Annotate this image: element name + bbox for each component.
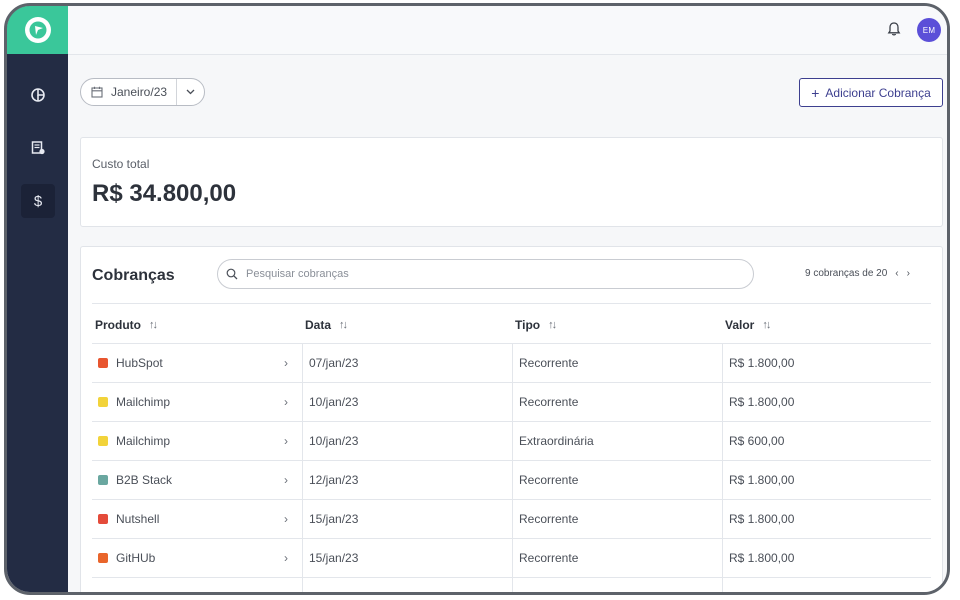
pagination-label: 9 cobranças de 20 bbox=[805, 268, 888, 279]
product-logo-icon bbox=[98, 553, 108, 563]
charges-table-body: HubSpot › 07/jan/23 Recorrente R$ 1.800,00 Ma… bbox=[92, 343, 932, 595]
plus-icon: + bbox=[811, 84, 820, 101]
product-logo-icon bbox=[98, 475, 108, 485]
table-row[interactable]: B2B Stack › 12/jan/23 Recorrente R$ 1.800,00 bbox=[92, 460, 931, 499]
cell-date: 15/jan/23 bbox=[302, 578, 512, 592]
cell-value: R$ 1.800,00 bbox=[722, 578, 932, 592]
chevron-right-icon[interactable]: › bbox=[284, 434, 288, 448]
table-row[interactable]: Figma › 15/jan/23RecorrenteR$ 1.800,00 bbox=[92, 577, 932, 595]
product-logo-icon bbox=[98, 397, 108, 407]
cell-value: R$ 1.800,00 bbox=[722, 461, 932, 499]
total-cost-label: Custo total bbox=[92, 157, 150, 171]
add-charge-button[interactable]: + Adicionar Cobrança bbox=[799, 78, 943, 107]
cell-date: 10/jan/23 bbox=[302, 422, 512, 460]
invoice-icon bbox=[31, 141, 45, 155]
sidebar-item-dashboard[interactable] bbox=[21, 78, 55, 112]
product-name: Mailchimp bbox=[116, 434, 171, 448]
cell-type: Recorrente bbox=[512, 578, 722, 592]
logo-icon bbox=[24, 17, 51, 43]
cell-value: R$ 1.800,00 bbox=[722, 383, 932, 421]
cell-date: 12/jan/23 bbox=[302, 461, 512, 499]
chevron-right-icon[interactable]: › bbox=[907, 268, 910, 279]
sidebar-item-invoices[interactable] bbox=[21, 131, 55, 165]
column-header-valor[interactable]: Valor ↑↓ bbox=[725, 318, 771, 332]
pie-chart-icon bbox=[31, 88, 45, 102]
product-name: Mailchimp bbox=[116, 395, 171, 409]
search-input[interactable] bbox=[244, 267, 728, 281]
cell-product: B2B Stack › bbox=[92, 461, 302, 499]
chevron-right-icon[interactable]: › bbox=[284, 473, 288, 487]
cell-value: R$ 1.800,00 bbox=[722, 500, 932, 538]
search-icon bbox=[226, 268, 238, 280]
chevron-down-icon[interactable] bbox=[177, 89, 203, 95]
charges-title: Cobranças bbox=[92, 267, 175, 284]
product-logo-icon bbox=[98, 358, 108, 368]
cell-value: R$ 600,00 bbox=[722, 422, 932, 460]
cell-value: R$ 1.800,00 bbox=[722, 344, 932, 382]
sort-icon[interactable]: ↑↓ bbox=[149, 319, 158, 331]
cell-type: Recorrente bbox=[512, 344, 722, 382]
sort-icon[interactable]: ↑↓ bbox=[339, 319, 348, 331]
sidebar-item-billing[interactable]: $ bbox=[21, 184, 55, 218]
cell-type: Recorrente bbox=[512, 461, 722, 499]
product-name: Figma bbox=[116, 590, 149, 592]
sidebar: $ bbox=[7, 6, 68, 592]
sort-icon[interactable]: ↑↓ bbox=[762, 319, 771, 331]
column-header-tipo[interactable]: Tipo ↑↓ bbox=[515, 318, 557, 332]
product-name: B2B Stack bbox=[116, 473, 173, 487]
calendar-icon bbox=[91, 86, 103, 98]
table-row[interactable]: HubSpot › 07/jan/23 Recorrente R$ 1.800,00 bbox=[92, 343, 931, 382]
cell-date: 10/jan/23 bbox=[302, 383, 512, 421]
month-selector[interactable]: Janeiro/23 bbox=[80, 78, 205, 106]
search-box bbox=[217, 259, 754, 289]
avatar[interactable]: EM bbox=[917, 18, 941, 42]
cell-product: Mailchimp › bbox=[92, 383, 302, 421]
table-row[interactable]: Nutshell › 15/jan/23 Recorrente R$ 1.800,00 bbox=[92, 499, 931, 538]
table-header: Produto ↑↓ Data ↑↓ Tipo ↑↓ Valor ↑↓ bbox=[92, 304, 931, 344]
total-cost-value: R$ 34.800,00 bbox=[92, 180, 237, 207]
app-frame: $ EM Janeiro/23 + Adicionar Cobrança Cus… bbox=[4, 3, 950, 595]
top-bar: EM bbox=[68, 6, 947, 55]
cell-date: 07/jan/23 bbox=[302, 344, 512, 382]
cell-type: Recorrente bbox=[512, 539, 722, 577]
cell-date: 15/jan/23 bbox=[302, 539, 512, 577]
add-charge-label: Adicionar Cobrança bbox=[825, 85, 931, 100]
cell-product: Nutshell › bbox=[92, 500, 302, 538]
table-row[interactable]: GitHUb › 15/jan/23 Recorrente R$ 1.800,00 bbox=[92, 538, 931, 577]
product-logo-icon bbox=[98, 592, 108, 595]
chevron-right-icon[interactable]: › bbox=[284, 395, 288, 409]
cell-product: GitHUb › bbox=[92, 539, 302, 577]
product-name: HubSpot bbox=[116, 356, 163, 370]
table-row[interactable]: Mailchimp › 10/jan/23 Extraordinária R$ 600,… bbox=[92, 421, 931, 460]
month-label: Janeiro/23 bbox=[111, 85, 168, 99]
chevron-right-icon[interactable]: › bbox=[284, 512, 288, 526]
cell-product: Mailchimp › bbox=[92, 422, 302, 460]
cell-value: R$ 1.800,00 bbox=[722, 539, 932, 577]
column-header-produto[interactable]: Produto ↑↓ bbox=[95, 318, 158, 332]
cell-type: Recorrente bbox=[512, 500, 722, 538]
chevron-right-icon[interactable]: › bbox=[284, 590, 288, 592]
product-logo-icon bbox=[98, 514, 108, 524]
table-row[interactable]: Mailchimp › 10/jan/23 Recorrente R$ 1.800,00 bbox=[92, 382, 931, 421]
total-cost-card: Custo total R$ 34.800,00 bbox=[80, 137, 943, 227]
cell-product: HubSpot › bbox=[92, 344, 302, 382]
cell-type: Recorrente bbox=[512, 383, 722, 421]
product-name: GitHUb bbox=[116, 551, 156, 565]
cell-type: Extraordinária bbox=[512, 422, 722, 460]
pagination: 9 cobranças de 20 ‹ › bbox=[805, 268, 910, 279]
chevron-right-icon[interactable]: › bbox=[284, 551, 288, 565]
sort-icon[interactable]: ↑↓ bbox=[548, 319, 557, 331]
chevron-left-icon[interactable]: ‹ bbox=[895, 268, 898, 279]
product-name: Nutshell bbox=[116, 512, 160, 526]
product-logo-icon bbox=[98, 436, 108, 446]
cell-product: Figma › bbox=[92, 578, 302, 595]
column-header-data[interactable]: Data ↑↓ bbox=[305, 318, 348, 332]
chevron-right-icon[interactable]: › bbox=[284, 356, 288, 370]
cell-date: 15/jan/23 bbox=[302, 500, 512, 538]
bell-icon[interactable] bbox=[887, 21, 901, 37]
logo[interactable] bbox=[7, 6, 68, 54]
dollar-icon: $ bbox=[33, 192, 43, 210]
charges-card: Cobranças 9 cobranças de 20 ‹ › Produto↑… bbox=[80, 246, 943, 595]
